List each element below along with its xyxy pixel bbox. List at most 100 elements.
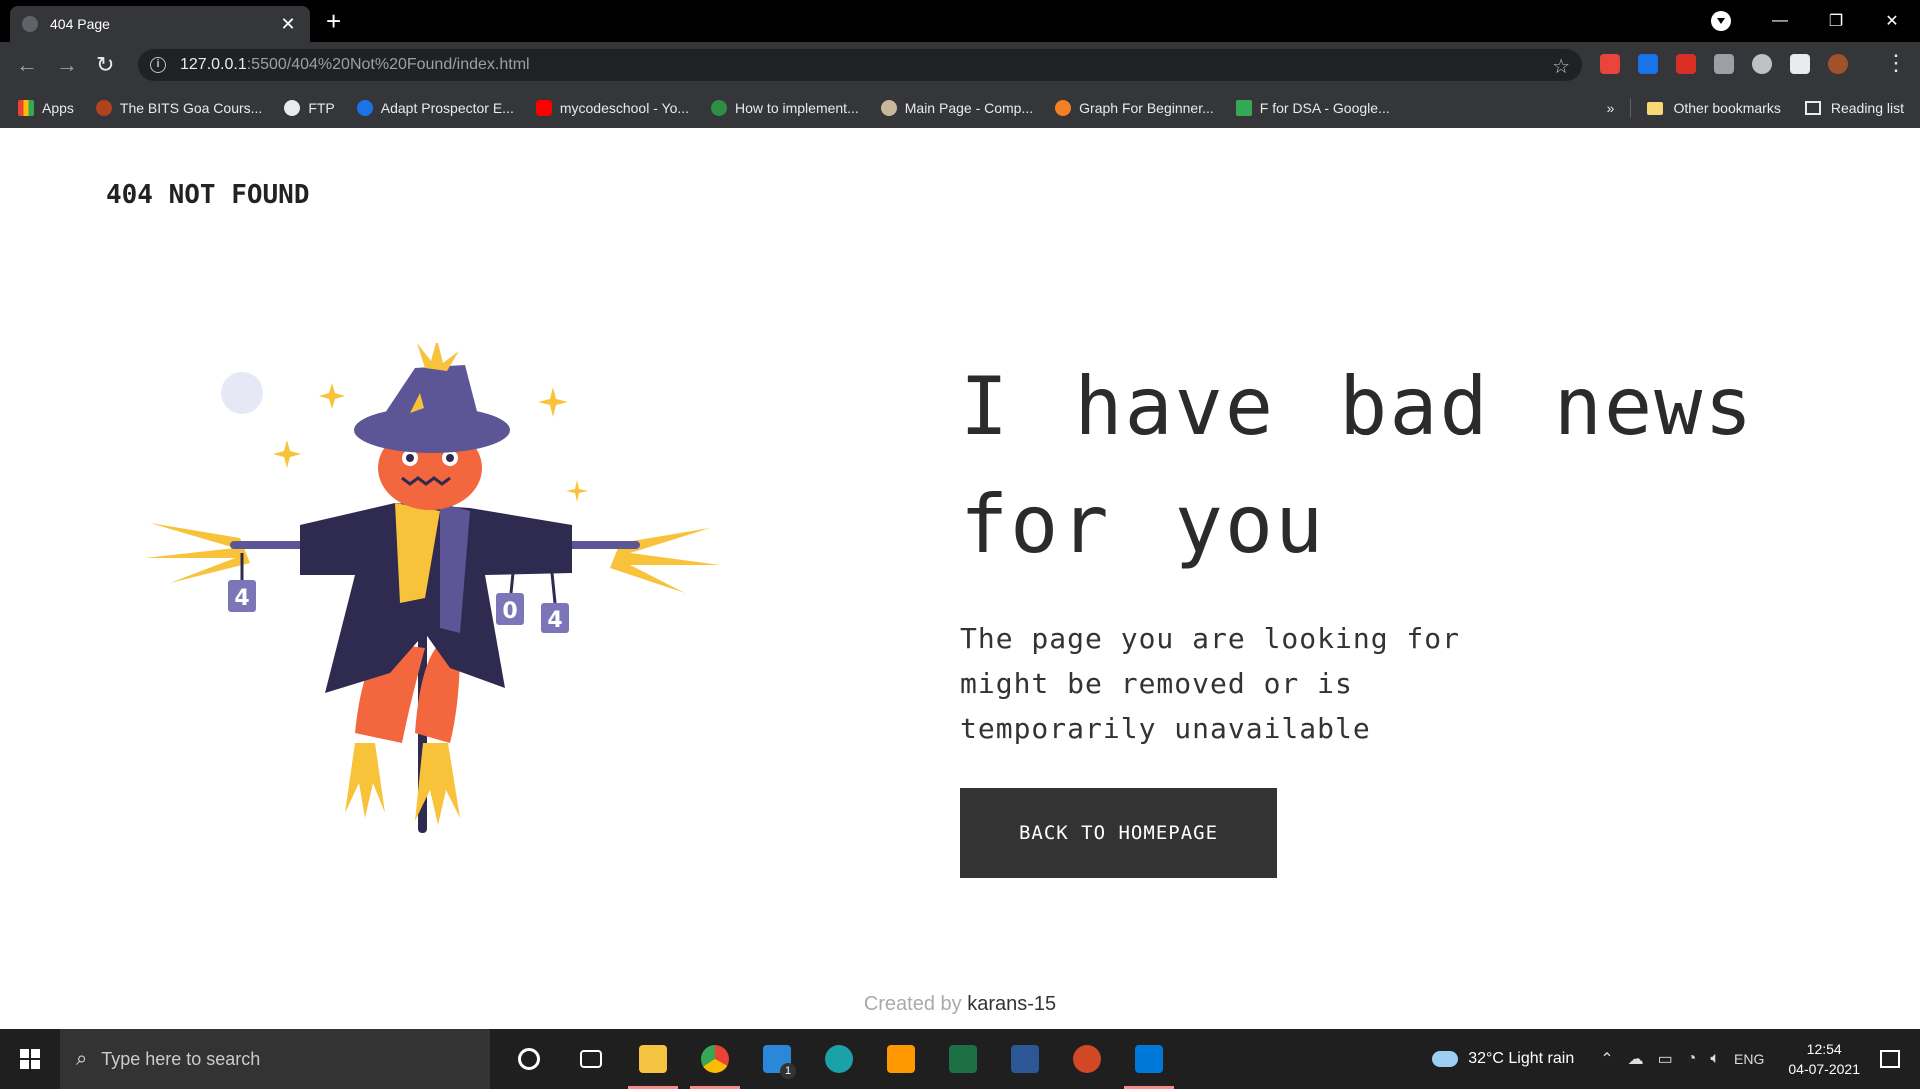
chrome-icon[interactable] xyxy=(684,1029,746,1089)
brand-logo[interactable]: 404 NOT FOUND xyxy=(106,180,310,210)
error-description: The page you are looking for might be re… xyxy=(960,622,1461,745)
site-info-icon[interactable]: i xyxy=(150,57,166,73)
notification-icon[interactable] xyxy=(1880,1050,1900,1068)
folder-icon xyxy=(1647,101,1664,115)
url-path: :5500/404%20Not%20Found/index.html xyxy=(246,56,530,73)
footer: Created by karans-15 xyxy=(0,993,1920,1016)
reading-list[interactable]: Reading list xyxy=(1831,100,1904,116)
weather-widget[interactable]: 32°C Light rain xyxy=(1432,1050,1574,1068)
bookmark-item[interactable]: How to implement... xyxy=(711,100,859,116)
excel-icon[interactable] xyxy=(932,1029,994,1089)
edge-icon[interactable] xyxy=(808,1029,870,1089)
url-host: 127.0.0.1 xyxy=(180,56,247,73)
bookmark-label: Apps xyxy=(42,100,74,116)
extension-icon[interactable] xyxy=(1676,54,1696,74)
clock[interactable]: 12:54 04-07-2021 xyxy=(1788,1039,1860,1079)
forward-arrow-icon[interactable]: → xyxy=(56,52,78,78)
can-digit: 4 xyxy=(547,608,562,633)
footer-author-link[interactable]: karans-15 xyxy=(967,993,1056,1015)
bookmark-label: Graph For Beginner... xyxy=(1079,100,1214,116)
bookmark-label: The BITS Goa Cours... xyxy=(119,100,263,116)
volume-icon[interactable]: 🔈︎ xyxy=(1710,1050,1720,1068)
apps-grid-icon xyxy=(18,100,34,116)
bookmark-label: Adapt Prospector E... xyxy=(380,100,514,116)
close-tab-icon[interactable]: ✕ xyxy=(278,14,298,35)
browser-tab[interactable]: 404 Page ✕ xyxy=(10,6,310,42)
word-icon[interactable] xyxy=(994,1029,1056,1089)
bookmark-item[interactable]: Adapt Prospector E... xyxy=(356,100,514,116)
search-icon: ⌕ xyxy=(76,1047,88,1070)
globe-icon xyxy=(22,16,38,32)
extension-icon[interactable] xyxy=(1600,54,1620,74)
extension-icon[interactable] xyxy=(1714,54,1734,74)
extensions-area xyxy=(1600,54,1848,74)
bookmark-item[interactable]: The BITS Goa Cours... xyxy=(95,100,263,116)
mail-icon[interactable]: 1 xyxy=(746,1029,808,1089)
sublime-icon[interactable] xyxy=(870,1029,932,1089)
minimize-button[interactable]: — xyxy=(1752,12,1808,30)
address-bar[interactable]: i 127.0.0.1 :5500/404%20Not%20Found/inde… xyxy=(138,49,1582,81)
bookmark-apps[interactable]: Apps xyxy=(18,100,74,116)
bookmark-label: mycodeschool - Yo... xyxy=(559,100,690,116)
search-placeholder: Type here to search xyxy=(101,1048,261,1069)
reading-list-icon xyxy=(1804,101,1821,115)
close-window-button[interactable]: ✕ xyxy=(1864,11,1920,31)
browser-tabstrip: 404 Page ✕ + — ❐ ✕ xyxy=(0,0,1920,42)
window-controls: — ❐ ✕ xyxy=(1752,0,1920,42)
task-view-icon[interactable] xyxy=(560,1029,622,1089)
avatar[interactable] xyxy=(1828,54,1848,74)
bookmark-item[interactable]: mycodeschool - Yo... xyxy=(535,100,690,116)
footer-prefix: Created by xyxy=(863,993,962,1015)
reload-icon[interactable]: ↻ xyxy=(96,52,114,78)
chevron-up-icon[interactable]: ⌃ xyxy=(1600,1049,1613,1069)
puzzle-icon[interactable] xyxy=(1790,54,1810,74)
bookmark-favicon xyxy=(95,100,112,116)
bookmark-favicon xyxy=(880,100,897,116)
bookmark-item[interactable]: F for DSA - Google... xyxy=(1235,100,1390,116)
vscode-icon[interactable] xyxy=(1118,1029,1180,1089)
start-button[interactable] xyxy=(0,1029,60,1089)
bookmark-favicon xyxy=(711,100,728,116)
page-content: 404 NOT FOUND 4 0 4 I have bad news for … xyxy=(0,128,1920,1029)
system-tray: 32°C Light rain ⌃ ☁ ▭ ◔ 🔈︎ ENG 12:54 04-… xyxy=(1432,1029,1920,1089)
globe-icon xyxy=(284,100,301,116)
back-to-homepage-button[interactable]: BACK TO HOMEPAGE xyxy=(960,788,1277,878)
battery-icon[interactable]: ▭ xyxy=(1658,1049,1673,1069)
bookmark-label: F for DSA - Google... xyxy=(1259,100,1390,116)
page-title: I have bad news for you xyxy=(960,360,1755,571)
can-digit: 4 xyxy=(234,586,249,611)
bookmark-item[interactable]: Main Page - Comp... xyxy=(880,100,1034,116)
bookmark-label: Main Page - Comp... xyxy=(904,100,1034,116)
extension-icon[interactable] xyxy=(1638,54,1658,74)
can-digit: 0 xyxy=(502,599,517,624)
back-arrow-icon[interactable]: ← xyxy=(16,52,38,78)
mail-badge: 1 xyxy=(780,1063,796,1079)
file-explorer-icon[interactable] xyxy=(622,1029,684,1089)
weather-text: 32°C Light rain xyxy=(1468,1050,1575,1067)
bookmark-star-icon[interactable]: ☆ xyxy=(1552,54,1570,79)
language-indicator[interactable]: ENG xyxy=(1734,1051,1764,1067)
bookmark-favicon xyxy=(1055,100,1072,116)
new-tab-button[interactable]: + xyxy=(326,8,341,34)
menu-icon[interactable]: ⋮ xyxy=(1885,50,1907,76)
more-bookmarks-icon[interactable]: » xyxy=(1607,100,1615,116)
time: 12:54 xyxy=(1806,1041,1842,1057)
bookmark-item[interactable]: Graph For Beginner... xyxy=(1055,100,1214,116)
powerpoint-icon[interactable] xyxy=(1056,1029,1118,1089)
other-bookmarks[interactable]: Other bookmarks xyxy=(1673,100,1780,116)
bookmarks-bar: Apps The BITS Goa Cours... FTP Adapt Pro… xyxy=(0,88,1920,128)
tab-title: 404 Page xyxy=(50,16,110,32)
bookmark-item[interactable]: FTP xyxy=(284,100,335,116)
windows-logo-icon xyxy=(20,1049,40,1069)
bookmark-label: FTP xyxy=(308,100,335,116)
taskbar-search[interactable]: ⌕ Type here to search xyxy=(60,1029,490,1089)
onedrive-icon[interactable]: ☁ xyxy=(1628,1049,1644,1069)
browser-toolbar: ← → ↻ i 127.0.0.1 :5500/404%20Not%20Foun… xyxy=(0,42,1920,88)
date: 04-07-2021 xyxy=(1788,1061,1860,1077)
cortana-icon[interactable] xyxy=(498,1029,560,1089)
restore-button[interactable]: ❐ xyxy=(1808,11,1864,31)
tab-search-icon[interactable] xyxy=(1711,11,1731,31)
wifi-icon[interactable]: ◔ xyxy=(1687,1050,1697,1068)
google-drive-icon xyxy=(1235,100,1252,116)
extension-icon[interactable] xyxy=(1752,54,1772,74)
